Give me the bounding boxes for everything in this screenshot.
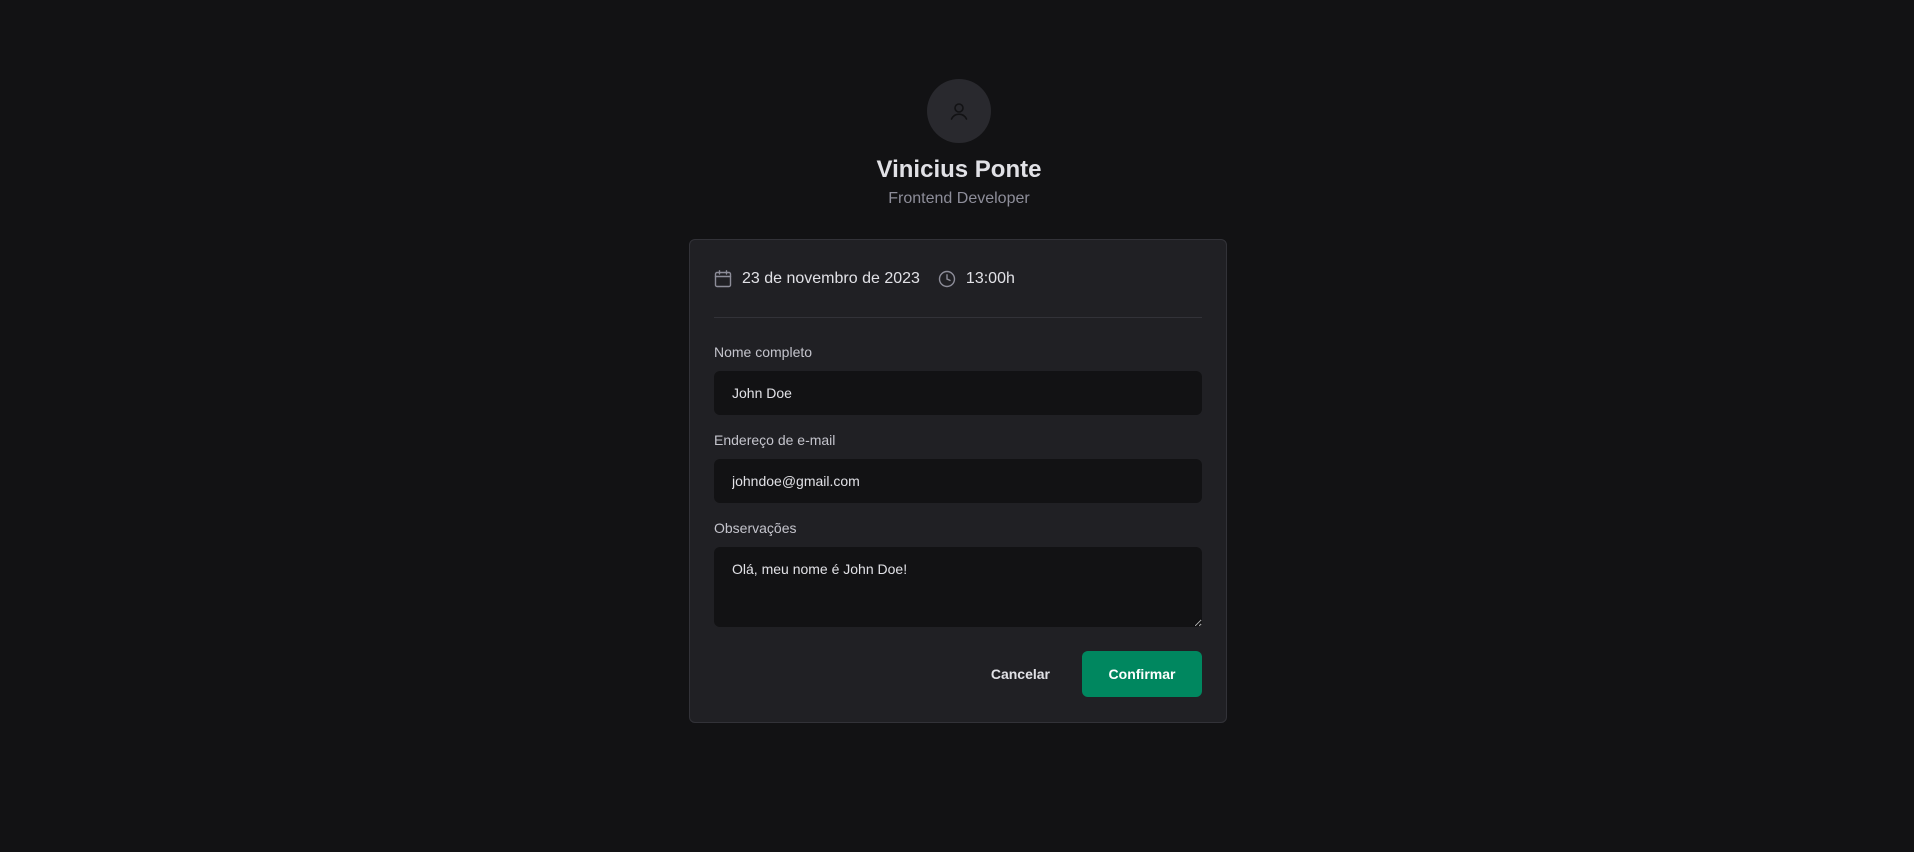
confirm-button[interactable]: Confirmar bbox=[1082, 651, 1202, 697]
divider bbox=[714, 317, 1202, 318]
form-actions: Cancelar Confirmar bbox=[714, 651, 1202, 697]
name-field-label: Nome completo bbox=[714, 344, 813, 360]
email-input[interactable] bbox=[714, 459, 1202, 503]
notes-textarea[interactable]: Olá, meu nome é John Doe! bbox=[714, 547, 1202, 627]
booking-page: Vinicius Ponte Frontend Developer 23 de … bbox=[0, 0, 1914, 852]
avatar bbox=[927, 79, 991, 143]
schedule-info: 23 de novembro de 2023 13:00h bbox=[714, 264, 1202, 294]
profile-role: Frontend Developer bbox=[888, 190, 1030, 207]
clock-icon bbox=[938, 270, 956, 288]
name-field-group: Nome completo bbox=[714, 344, 1202, 415]
schedule-date-text: 23 de novembro de 2023 bbox=[742, 270, 920, 287]
booking-form-card: 23 de novembro de 2023 13:00h Nome compl… bbox=[689, 239, 1227, 723]
cancel-button[interactable]: Cancelar bbox=[973, 651, 1068, 697]
email-field-group: Endereço de e-mail bbox=[714, 432, 1202, 503]
notes-field-group: Observações Olá, meu nome é John Doe! bbox=[714, 520, 1202, 627]
user-icon bbox=[950, 103, 968, 120]
schedule-date: 23 de novembro de 2023 bbox=[714, 270, 920, 288]
profile-name: Vinicius Ponte bbox=[876, 156, 1042, 183]
name-input[interactable] bbox=[714, 371, 1202, 415]
schedule-time: 13:00h bbox=[938, 270, 1015, 288]
notes-field-label: Observações bbox=[714, 520, 797, 536]
schedule-time-text: 13:00h bbox=[965, 270, 1015, 287]
email-field-label: Endereço de e-mail bbox=[714, 432, 836, 448]
calendar-icon bbox=[714, 270, 732, 288]
profile-header: Vinicius Ponte Frontend Developer bbox=[0, 79, 1914, 209]
